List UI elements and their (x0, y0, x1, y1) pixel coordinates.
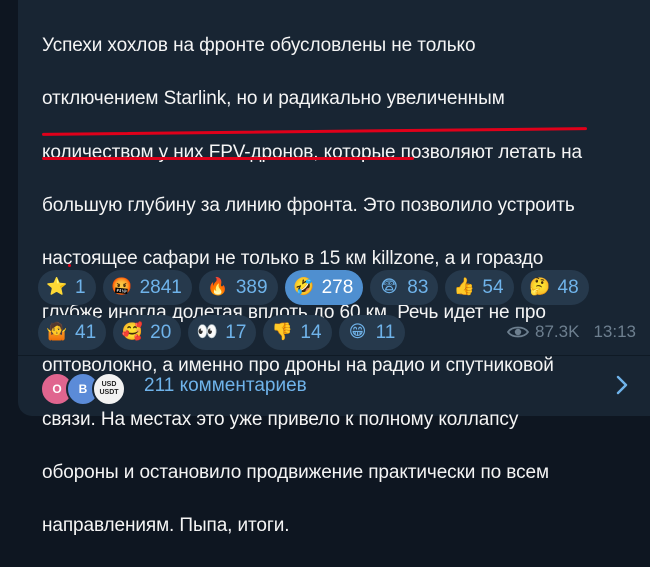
reaction-count: 20 (150, 321, 172, 343)
reaction-count: 278 (321, 276, 354, 298)
reaction-chip[interactable]: 🤣 278 (284, 270, 364, 305)
reaction-count: 1 (75, 276, 86, 298)
reaction-count: 83 (407, 276, 429, 298)
reaction-chip[interactable]: 🤷 41 (38, 315, 107, 350)
angry-face-icon: 🤬 (110, 277, 133, 297)
reaction-count: 17 (225, 321, 247, 343)
chevron-right-icon (616, 375, 628, 395)
message-line: направлениям. Пыпа, итоги. (42, 515, 290, 537)
shrugging-person-icon: 🤷 (46, 322, 68, 342)
reaction-chip[interactable]: 😨 83 (370, 270, 439, 305)
reaction-chip[interactable]: 👍 54 (445, 270, 514, 305)
reaction-count: 48 (557, 276, 579, 298)
comments-button[interactable]: O B USD USDT 211 комментариев (18, 356, 650, 416)
fire-icon: 🔥 (207, 277, 229, 297)
message-line: большую глубину за линию фронта. Это поз… (42, 194, 575, 216)
red-underline-2 (42, 157, 414, 160)
reaction-chip[interactable]: 😁 11 (338, 315, 406, 350)
reaction-count: 54 (482, 276, 504, 298)
fearful-face-icon: 😨 (380, 277, 399, 297)
reaction-chip[interactable]: 🔥 389 (198, 270, 278, 305)
grinning-face-icon: 😁 (348, 322, 367, 342)
reaction-chip[interactable]: 🤬 2841 (102, 270, 192, 305)
message-line: количеством у них FPV-дронов, которые по… (42, 141, 582, 163)
message-time: 13:13 (593, 322, 636, 341)
rolling-laughing-icon: 🤣 (292, 277, 315, 297)
reaction-count: 41 (75, 321, 97, 343)
reaction-chip[interactable]: ⭐ 1 (38, 270, 96, 305)
message-line: отключением Starlink, но и радикально ув… (42, 88, 505, 110)
eyes-icon: 👀 (196, 322, 218, 342)
reaction-chip[interactable]: 🤔 48 (520, 270, 589, 305)
thumbs-up-icon: 👍 (453, 277, 475, 297)
reaction-chip[interactable]: 👀 17 (188, 315, 257, 350)
star-icon: ⭐ (46, 277, 68, 297)
smiling-hearts-icon: 🥰 (121, 322, 143, 342)
commenter-avatars: O B USD USDT (40, 366, 140, 406)
red-dot (68, 264, 71, 267)
message-line: обороны и остановило продвижение практич… (42, 461, 549, 483)
thumbs-down-icon: 👎 (271, 322, 293, 342)
reaction-count: 11 (375, 321, 396, 343)
thinking-face-icon: 🤔 (528, 277, 551, 297)
reaction-chip[interactable]: 🥰 20 (113, 315, 182, 350)
eye-icon (507, 326, 530, 338)
view-count: 87.3K (535, 322, 580, 341)
comments-label: 211 комментариев (144, 375, 307, 396)
reaction-count: 389 (235, 276, 268, 298)
reaction-chip[interactable]: 👎 14 (263, 315, 332, 350)
message-line: Успехи хохлов на фронте обусловлены не т… (42, 34, 476, 56)
reaction-count: 14 (300, 321, 322, 343)
reaction-count: 2841 (139, 276, 182, 298)
avatar: USD USDT (92, 372, 126, 406)
message-meta: 87.3K 13:13 (507, 322, 636, 342)
